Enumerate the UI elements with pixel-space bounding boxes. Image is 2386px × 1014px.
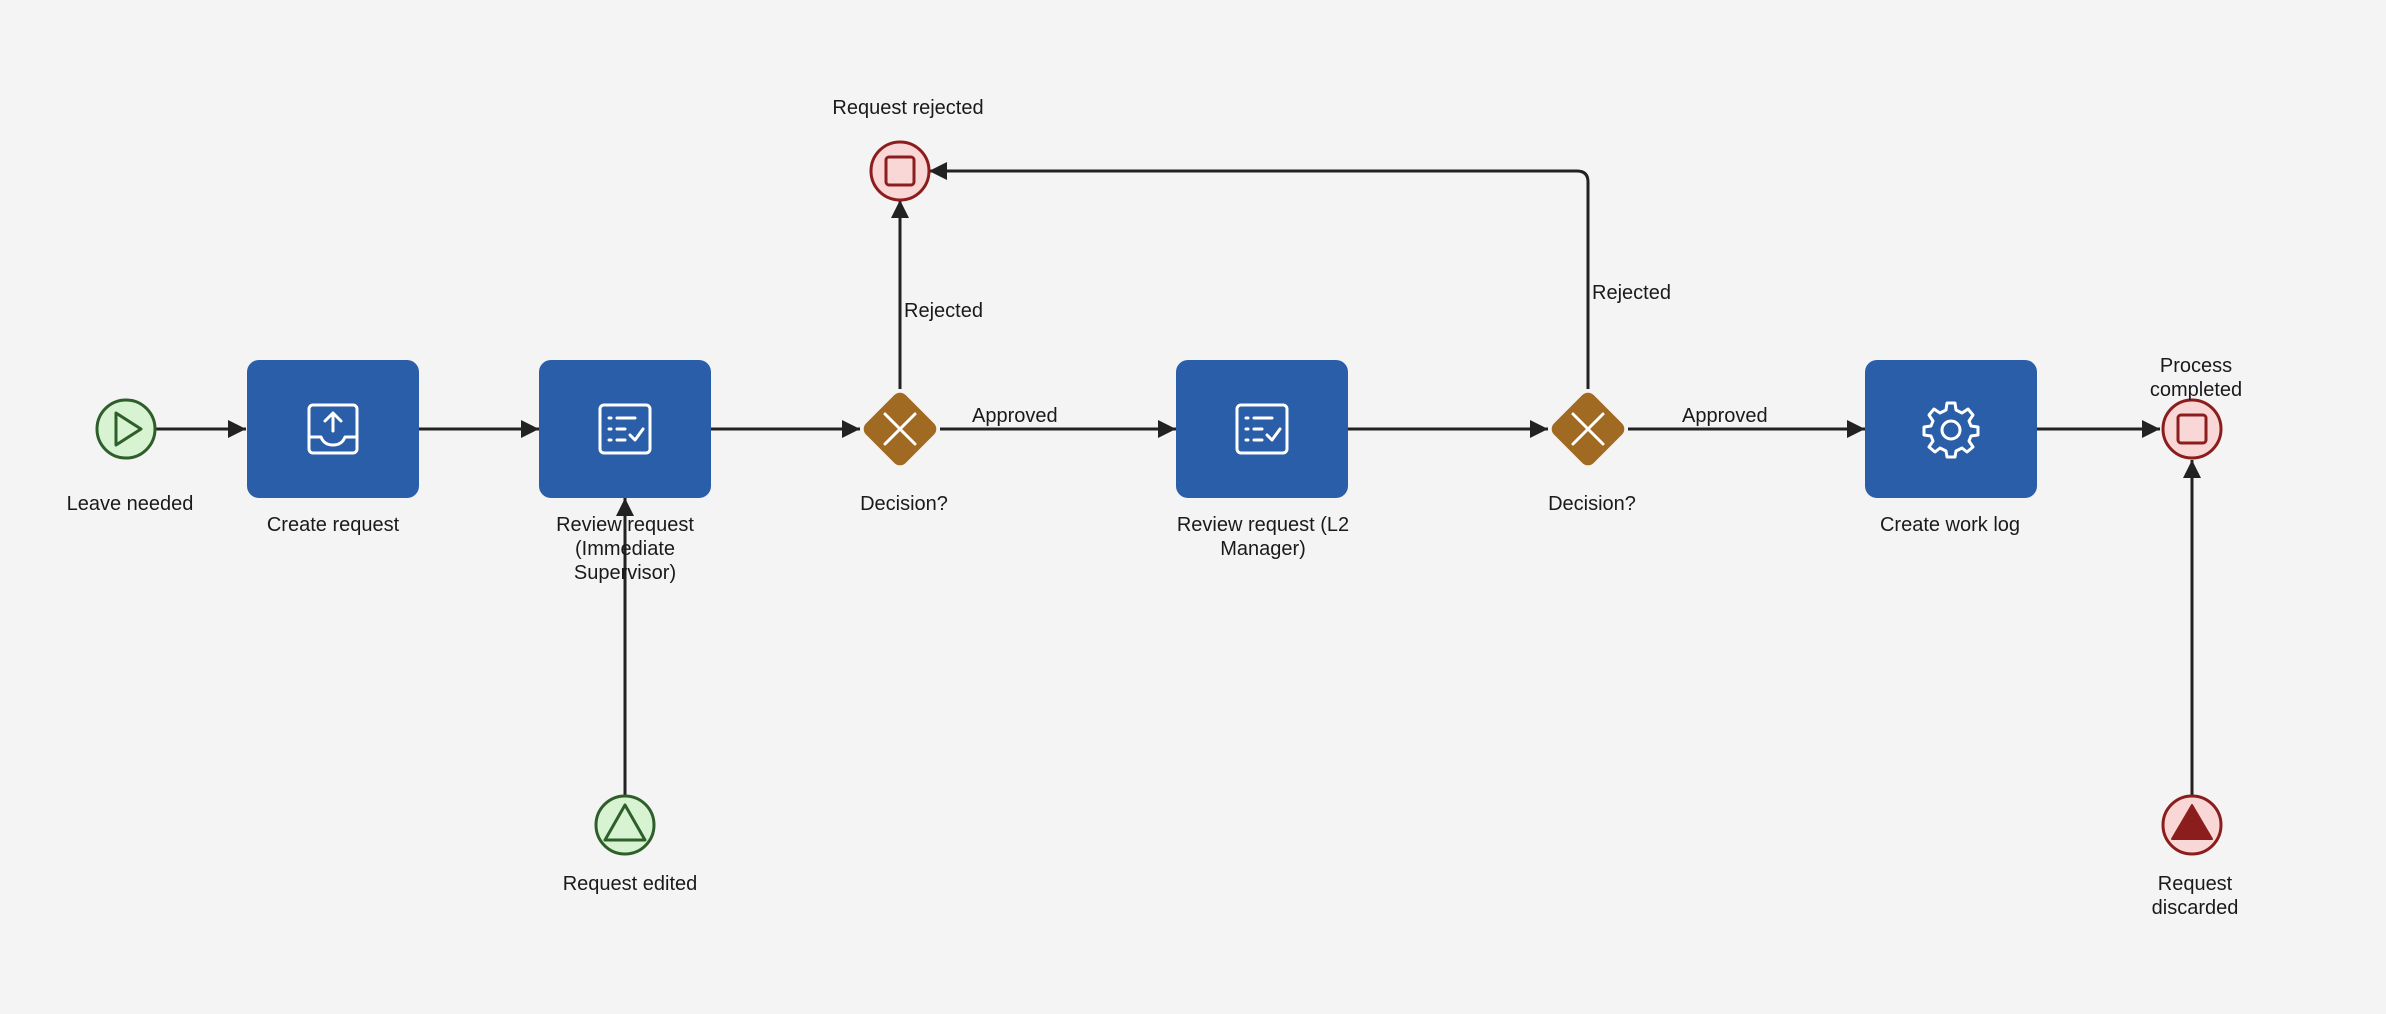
end-event-request-rejected[interactable] (869, 140, 931, 202)
start-event-request-edited[interactable] (594, 794, 656, 856)
label-flow-rejected-2: Rejected (1592, 282, 1671, 304)
task-create-worklog[interactable] (1865, 360, 2037, 498)
label-process-completed: Process completed (2149, 355, 2243, 401)
label-review-supervisor: Review request (Immediate Supervisor) (556, 514, 694, 584)
label-create-request: Create request (266, 514, 400, 536)
label-request-discarded: Request discarded (2151, 873, 2239, 919)
flow-canvas (95, 140, 2223, 856)
label-create-worklog: Create work log (1879, 514, 2021, 536)
end-event-request-discarded[interactable] (2161, 794, 2223, 856)
gear-icon (1922, 401, 1980, 459)
label-review-l2: Review request (L2 Manager) (1176, 514, 1350, 560)
gateway-decision-1[interactable] (860, 389, 939, 468)
start-event-leave-needed[interactable] (95, 398, 157, 460)
label-flow-approved-2: Approved (1682, 405, 1768, 427)
task-create-request[interactable] (247, 360, 419, 498)
label-flow-approved-1: Approved (972, 405, 1058, 427)
label-request-rejected: Request rejected (832, 97, 984, 119)
label-decision-2: Decision? (1548, 493, 1636, 515)
inbox-upload-icon (307, 403, 359, 455)
label-decision-1: Decision? (860, 493, 948, 515)
task-review-supervisor[interactable] (539, 360, 711, 498)
label-flow-rejected-1: Rejected (904, 300, 983, 322)
task-review-l2[interactable] (1176, 360, 1348, 498)
label-request-edited: Request edited (562, 873, 698, 895)
checklist-icon (1235, 403, 1289, 455)
flow-decision2-rejected[interactable] (929, 162, 1590, 389)
end-event-process-completed[interactable] (2161, 398, 2223, 460)
checklist-icon (598, 403, 652, 455)
label-leave-needed: Leave needed (66, 493, 194, 515)
gateway-decision-2[interactable] (1548, 389, 1627, 468)
